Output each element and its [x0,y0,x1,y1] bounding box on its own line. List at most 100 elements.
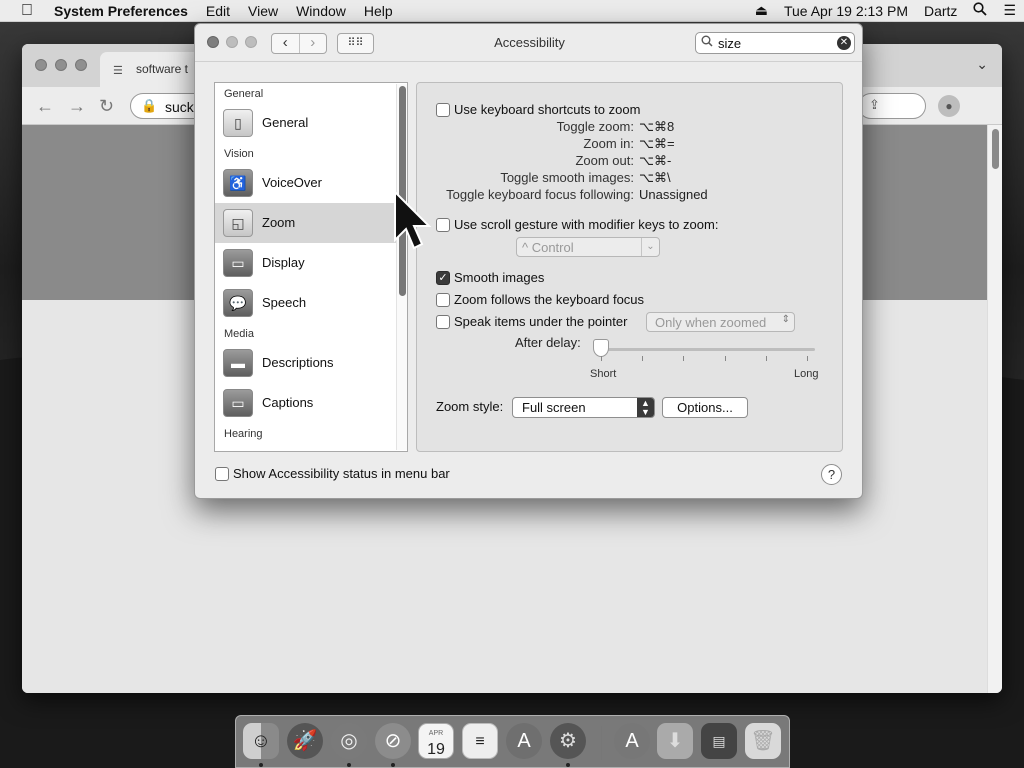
zoom-style-value: Full screen [522,400,586,415]
chevron-down-icon: ⌄ [641,238,659,256]
up-down-arrows-icon: ⇕ [781,314,790,325]
slider-tick [601,356,602,361]
reload-icon[interactable]: ↻ [99,96,114,117]
shortcut-value: ⌥⌘\ [639,170,671,185]
sidebar-item-captions[interactable]: ▭ Captions [215,383,407,423]
follow-focus-option[interactable]: Zoom follows the keyboard focus [436,292,644,308]
disk-utility-icon[interactable]: ▤ [701,723,737,759]
system-preferences-icon[interactable]: ⚙ [550,723,586,759]
zoom-icon: ◱ [223,209,253,237]
keyboard-shortcuts-checkbox[interactable] [436,102,450,117]
spotlight-search-icon[interactable] [965,2,995,19]
share-icon[interactable]: ⇪ [869,97,880,113]
calendar-day: 19 [427,741,445,758]
forward-arrow-icon[interactable]: → [68,96,86,117]
sidebar-item-display[interactable]: ▭ Display [215,243,407,283]
speak-items-popup[interactable]: Only when zoomed ⇕ [646,312,795,332]
launchpad-icon[interactable]: 🚀 [287,723,323,759]
scroll-gesture-option[interactable]: Use scroll gesture with modifier keys to… [436,217,718,233]
menu-user[interactable]: Dartz [916,3,965,19]
slider-tick [642,356,643,361]
shortcut-zoom-out: Zoom out: ⌥⌘- [436,153,671,169]
menu-help[interactable]: Help [355,3,402,19]
sidebar-item-general[interactable]: ▯ General [215,103,407,143]
browser-scrollbar[interactable] [987,125,1002,693]
menu-edit[interactable]: Edit [197,3,239,19]
app-store-download-icon[interactable]: A [614,723,650,759]
safari-icon[interactable]: ⊘ [375,723,411,759]
clear-search-icon[interactable]: ✕ [837,36,851,50]
browser-close-button[interactable] [35,59,47,71]
speak-items-option[interactable]: Speak items under the pointer [436,314,627,330]
modifier-key-popup[interactable]: ^ Control ⌄ [516,237,660,257]
sidebar-item-label: General [262,115,309,130]
scrollbar-thumb[interactable] [992,129,999,169]
scroll-gesture-label: Use scroll gesture with modifier keys to… [454,217,719,232]
keyboard-shortcuts-option[interactable]: Use keyboard shortcuts to zoom [436,102,640,118]
search-icon [701,35,713,50]
speak-items-checkbox[interactable] [436,314,450,329]
finder-icon[interactable]: ☺ [243,723,279,759]
zoom-style-popup[interactable]: Full screen ▲ ▼ [512,397,655,418]
dock: ☺ 🚀 ◎ ⊘ APR 19 ≡ A ⚙ A ⬇ ▤ 🗑 [235,715,790,768]
browser-window-controls [35,59,87,71]
apple-menu-icon[interactable]:  [0,2,54,20]
help-button[interactable]: ? [821,464,842,485]
menu-view[interactable]: View [239,3,287,19]
slider-tick [807,356,808,361]
slider-min-label: Short [590,368,617,380]
show-status-label: Show Accessibility status in menu bar [233,466,450,481]
shortcut-key: Zoom out: [575,153,634,168]
tab-favicon-icon: ☰ [113,65,123,77]
search-input[interactable]: size ✕ [695,32,855,54]
smooth-images-option[interactable]: ✓ Smooth images [436,270,544,286]
menu-window[interactable]: Window [287,3,355,19]
search-value: size [718,36,742,51]
browser-tab-title: software t [136,62,189,76]
downloads-icon[interactable]: ⬇ [657,723,693,759]
running-indicator [391,763,395,767]
delay-slider-track[interactable] [599,348,815,351]
show-status-checkbox[interactable] [215,466,229,481]
sidebar-item-speech[interactable]: 💬 Speech [215,283,407,323]
speak-items-label: Speak items under the pointer [454,314,628,329]
chevron-down-icon[interactable]: ⌄ [976,56,988,73]
profile-avatar-icon[interactable]: ● [938,95,960,117]
scroll-gesture-checkbox[interactable] [436,217,450,232]
shortcut-toggle-zoom: Toggle zoom: ⌥⌘8 [436,119,675,135]
shortcut-key: Toggle smooth images: [500,170,634,185]
follow-focus-label: Zoom follows the keyboard focus [454,292,645,307]
menu-app-name[interactable]: System Preferences [54,3,197,19]
eject-icon[interactable]: ⏏ [747,2,776,19]
sidebar-item-zoom[interactable]: ◱ Zoom [215,203,407,243]
address-bar-end[interactable]: ⇪ [858,93,926,119]
address-bar-text: suck [165,99,194,115]
control-center-icon[interactable]: ☰ [995,2,1024,19]
browser-minimize-button[interactable] [55,59,67,71]
sidebar-item-voiceover[interactable]: ♿ VoiceOver [215,163,407,203]
sidebar-item-label: VoiceOver [262,175,322,190]
browser-zoom-button[interactable] [75,59,87,71]
trash-icon[interactable]: 🗑 [745,723,781,759]
section-header-media: Media [224,328,254,340]
display-icon: ▭ [223,249,253,277]
sidebar-scrollbar[interactable] [396,84,407,450]
smooth-images-checkbox[interactable]: ✓ [436,270,450,285]
menu-datetime[interactable]: Tue Apr 19 2:13 PM [776,3,916,19]
calendar-icon[interactable]: APR 19 [418,723,454,759]
sidebar-item-descriptions[interactable]: ▬ Descriptions [215,343,407,383]
smooth-images-label: Smooth images [454,270,545,285]
follow-focus-checkbox[interactable] [436,292,450,307]
switch-icon: ▯ [223,109,253,137]
chrome-icon[interactable]: ◎ [331,723,367,759]
back-arrow-icon[interactable]: ← [36,96,54,117]
options-button[interactable]: Options... [662,397,748,418]
shortcut-value: Unassigned [639,187,708,202]
section-header-general: General [224,88,264,100]
delay-slider-knob[interactable] [593,339,609,357]
shortcut-zoom-in: Zoom in: ⌥⌘= [436,136,674,152]
notes-icon[interactable]: ≡ [462,723,498,759]
show-status-option[interactable]: Show Accessibility status in menu bar [215,466,450,482]
slider-tick [683,356,684,361]
app-store-icon[interactable]: A [506,723,542,759]
